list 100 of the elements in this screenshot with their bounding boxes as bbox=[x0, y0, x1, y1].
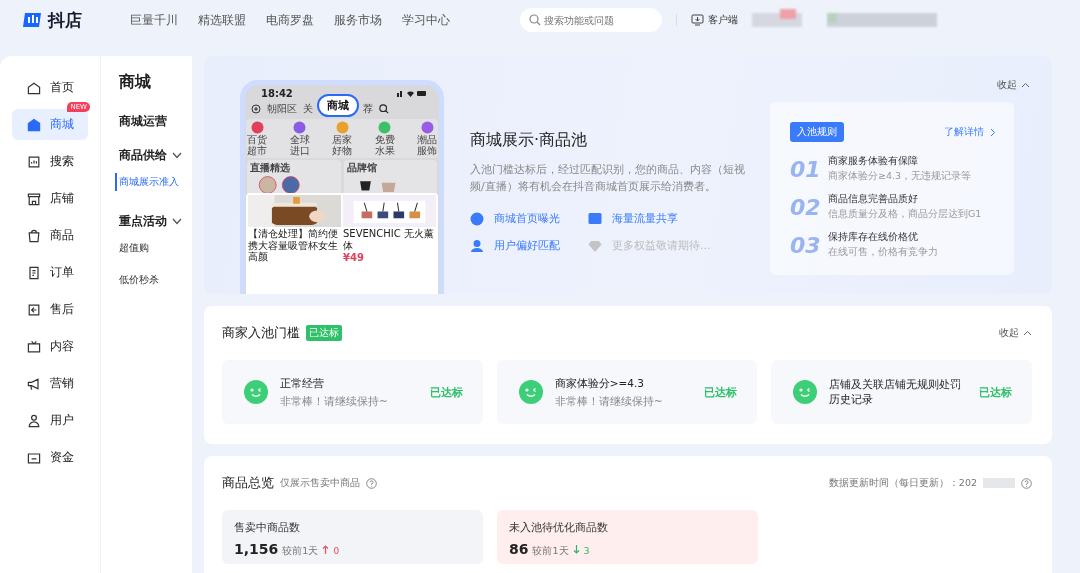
benefit-label: 用户偏好匹配 bbox=[494, 238, 560, 253]
change-value: 3 bbox=[583, 545, 590, 556]
compare-label: 较前1天 bbox=[282, 545, 319, 558]
rule-number: 02 bbox=[790, 194, 818, 220]
rule-detail: 商家体验分≥4.3，无违规记录等 bbox=[828, 170, 972, 183]
order-icon bbox=[26, 264, 42, 281]
product-price: ¥49 bbox=[343, 252, 365, 263]
collapse-link[interactable]: 收起 bbox=[997, 78, 1030, 92]
category-label: 居家好物 bbox=[332, 135, 352, 156]
chevron-up-icon bbox=[1021, 82, 1030, 88]
sidebar-item[interactable]: 资金 bbox=[12, 442, 88, 473]
add-icon bbox=[251, 103, 261, 114]
rule-title: 商品信息完善品质好 bbox=[828, 193, 919, 206]
phone-status-icons bbox=[397, 90, 427, 97]
person-icon bbox=[470, 238, 484, 253]
top-nav-link[interactable]: 学习中心 bbox=[402, 11, 450, 29]
criterion-title: 正常经营 bbox=[280, 375, 325, 391]
panel-note: 仅展示售卖中商品 bbox=[280, 476, 360, 490]
phone-tab-label: 关 bbox=[303, 101, 313, 116]
section-title: 商城 bbox=[119, 72, 152, 93]
category-icon bbox=[378, 121, 391, 134]
subnav-item[interactable]: 商城展示准入 bbox=[115, 173, 192, 191]
diamond-icon bbox=[588, 238, 602, 253]
hero-description: 入池门槛达标后，经过匹配识别，您的商品、内容（短视频/直播）将有机会在抖音商城首页展示给消费者。 bbox=[470, 162, 746, 195]
help-icon[interactable] bbox=[1021, 477, 1032, 489]
benefit-label: 更多权益敬请期待... bbox=[612, 238, 711, 253]
category-icon bbox=[335, 121, 349, 134]
user-icon bbox=[26, 412, 42, 429]
category-icon bbox=[420, 121, 434, 134]
sidebar-item[interactable]: 售后 bbox=[12, 294, 88, 325]
compare-label: 较前1天 bbox=[532, 545, 569, 558]
criterion-title: 店铺及关联店铺无规则处罚历史记录 bbox=[829, 377, 963, 407]
stat-value: 86 bbox=[509, 541, 529, 557]
top-nav-link[interactable]: 精选联盟 bbox=[198, 11, 246, 29]
top-nav-link[interactable]: 巨量千川 bbox=[130, 11, 178, 29]
product-title: SEVENCHIC 无火薰体 bbox=[343, 228, 435, 251]
sidebar-item[interactable]: 商品 bbox=[12, 220, 88, 251]
sidebar-item[interactable]: 首页 bbox=[12, 72, 88, 103]
criterion-subtitle: 非常棒！请继续保持~ bbox=[280, 394, 389, 409]
sidebar-item[interactable]: 搜索 bbox=[12, 146, 88, 177]
highlight-bubble: 商城 bbox=[317, 94, 359, 117]
sidebar-item[interactable]: 营销 bbox=[12, 368, 88, 399]
category-label: 百货超市 bbox=[247, 135, 267, 156]
rule-title: 保持库存在线价格优 bbox=[828, 231, 919, 244]
criterion-subtitle: 非常棒！请继续保持~ bbox=[554, 394, 664, 409]
benefit-label: 海量流量共享 bbox=[612, 211, 678, 226]
sidebar-item[interactable]: 订单 bbox=[12, 257, 88, 288]
subnav-group[interactable]: 商品供给 bbox=[119, 145, 192, 165]
sidebar-item[interactable]: 店铺 bbox=[12, 183, 88, 214]
change-value: 0 bbox=[333, 545, 340, 556]
bag-icon bbox=[26, 227, 42, 244]
phone-time: 18:42 bbox=[261, 88, 293, 99]
panel-title: 商品总览 bbox=[222, 474, 274, 492]
help-icon[interactable] bbox=[366, 477, 377, 489]
criterion-title: 商家体验分>=4.3 bbox=[554, 375, 645, 391]
category-icon bbox=[250, 121, 264, 134]
phone-section-label: 品牌馆 bbox=[346, 161, 378, 175]
criterion-status: 已达标 bbox=[704, 384, 738, 400]
details-link[interactable]: 了解详情 bbox=[944, 125, 996, 139]
sidebar-item[interactable]: 内容 bbox=[12, 331, 88, 362]
category-label: 全球进口 bbox=[289, 135, 310, 156]
status-badge: 已达标 bbox=[306, 325, 342, 341]
rule-detail: 在线可售，价格有竞争力 bbox=[828, 246, 938, 259]
product-title: 【清仓处理】简约便携大容量吸管杯女生高颜 bbox=[248, 228, 339, 263]
benefit-label: 商城首页曝光 bbox=[494, 211, 560, 226]
search-field[interactable]: 搜索功能或问题 bbox=[520, 8, 662, 32]
logo-text[interactable]: 抖店 bbox=[48, 8, 82, 32]
subnav-item[interactable]: 超值购 bbox=[113, 239, 192, 257]
panel-title: 商家入池门槛 bbox=[222, 324, 300, 342]
subnav-group[interactable]: 重点活动 bbox=[119, 211, 192, 231]
stat-label: 未入池待优化商品数 bbox=[509, 520, 609, 535]
rule-number: 01 bbox=[790, 156, 818, 182]
rules-tag: 入池规则 bbox=[790, 122, 844, 142]
hero-title: 商城展示·商品池 bbox=[470, 130, 589, 151]
sidebar-item[interactable]: 用户 bbox=[12, 405, 88, 436]
megaphone-icon bbox=[26, 375, 42, 392]
criterion-status: 已达标 bbox=[429, 384, 463, 400]
chevron-up-icon bbox=[1023, 330, 1032, 336]
mall-icon bbox=[26, 116, 42, 133]
sidebar-item[interactable]: 商城 bbox=[12, 109, 88, 140]
tv-icon bbox=[26, 338, 42, 355]
client-download-link[interactable]: 客户端 bbox=[691, 13, 738, 27]
blurred-date bbox=[983, 478, 1015, 488]
category-icon bbox=[293, 121, 306, 134]
top-nav-link[interactable]: 服务市场 bbox=[334, 11, 382, 29]
update-time: 数据更新时间（每日更新）：202 bbox=[828, 476, 977, 490]
category-label: 免费水果 bbox=[374, 135, 395, 156]
stat-value: 1,156 bbox=[234, 541, 279, 557]
criterion-status: 已达标 bbox=[979, 384, 1012, 400]
top-nav-link[interactable]: 电商罗盘 bbox=[266, 11, 314, 29]
category-label: 潮品服饰 bbox=[417, 135, 437, 156]
subnav-group[interactable]: 商城运营 bbox=[119, 111, 192, 131]
subnav-item[interactable]: 低价秒杀 bbox=[113, 271, 192, 289]
phone-tab-label: 朝阳区 bbox=[267, 101, 297, 116]
rule-title: 商家服务体验有保障 bbox=[828, 155, 919, 168]
stat-label: 售卖中商品数 bbox=[234, 520, 301, 535]
phone-tab-label: 荐 bbox=[363, 101, 373, 116]
collapse-link[interactable]: 收起 bbox=[999, 326, 1032, 340]
monitor-icon bbox=[691, 14, 704, 26]
chevron-right-icon bbox=[990, 127, 996, 137]
